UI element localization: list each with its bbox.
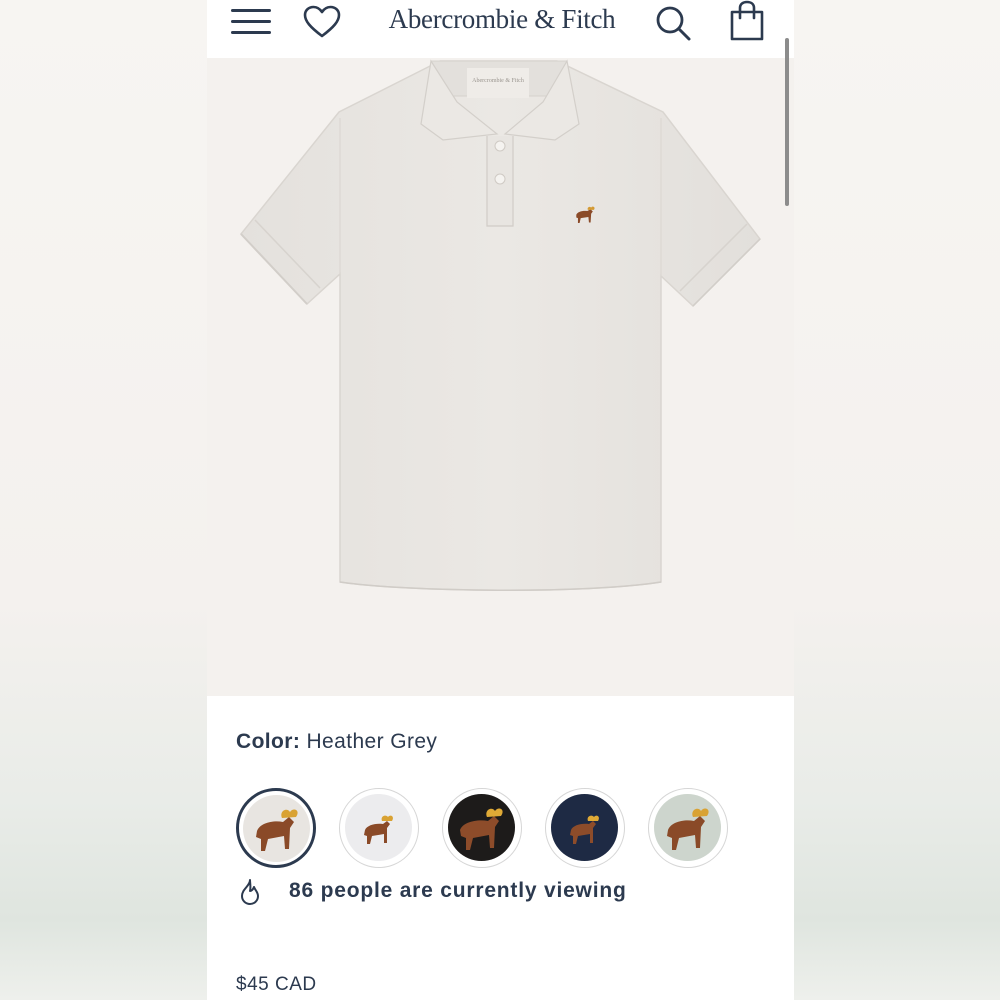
heart-icon[interactable] [302,4,342,40]
swatch-light-green[interactable] [648,788,728,868]
svg-text:Abercrombie & Fitch: Abercrombie & Fitch [472,78,524,84]
viewers-notice: 86 people are currently viewing [237,876,757,906]
moose-icon [243,795,310,862]
viewers-count-text: 86 people are currently viewing [289,879,627,902]
product-details: Color: Heather Grey 86 people are curren… [207,696,794,1000]
background-right [794,0,1000,1000]
color-swatches [236,788,756,868]
background-left [0,0,207,1000]
swatch-navy[interactable] [545,788,625,868]
moose-icon [448,794,515,861]
moose-icon [654,794,721,861]
search-icon[interactable] [653,3,693,43]
swatch-thumbnail [448,794,515,861]
polo-shirt-image: Abercrombie & Fitch [240,59,761,591]
color-label-row: Color: Heather Grey [236,730,437,756]
moose-icon [345,794,412,861]
menu-icon[interactable] [231,8,271,34]
color-value: Heather Grey [306,730,438,753]
swatch-white[interactable] [339,788,419,868]
scrollbar[interactable] [785,38,789,206]
flame-icon [241,879,259,905]
product-page: Abercrombie & Fitch Abercrombie & Fitch … [207,0,794,1000]
swatch-thumbnail [345,794,412,861]
color-label: Color: [236,730,301,753]
swatch-thumbnail [654,794,721,861]
site-header: Abercrombie & Fitch [207,0,794,58]
product-price: $45 CAD [236,974,317,995]
swatch-thumbnail [243,795,310,862]
brand-logo[interactable]: Abercrombie & Fitch [357,2,647,36]
swatch-black[interactable] [442,788,522,868]
swatch-thumbnail [551,794,618,861]
moose-icon [551,794,618,861]
swatch-heather-grey[interactable] [236,788,316,868]
product-image[interactable]: Abercrombie & Fitch [207,58,794,696]
shopping-bag-icon[interactable] [729,0,765,42]
